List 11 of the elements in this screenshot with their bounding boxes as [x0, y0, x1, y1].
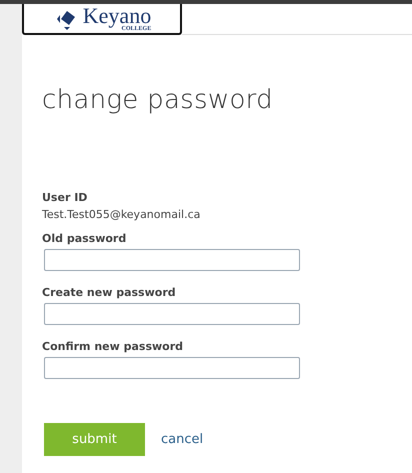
password-field[interactable] [44, 303, 300, 325]
field-label: Confirm new password [42, 340, 184, 353]
field-label: User ID [42, 191, 88, 204]
password-field[interactable] [44, 357, 300, 379]
field-label: Old password [42, 232, 128, 245]
logo-name: Keyano [82, 6, 152, 26]
password-field[interactable] [44, 249, 300, 271]
user-id-value: Test.Test055@keyanomail.ca [42, 208, 202, 221]
page-title: change password [42, 85, 274, 115]
field-label: Create new password [42, 286, 177, 299]
cancel-link[interactable]: cancel [161, 432, 204, 447]
